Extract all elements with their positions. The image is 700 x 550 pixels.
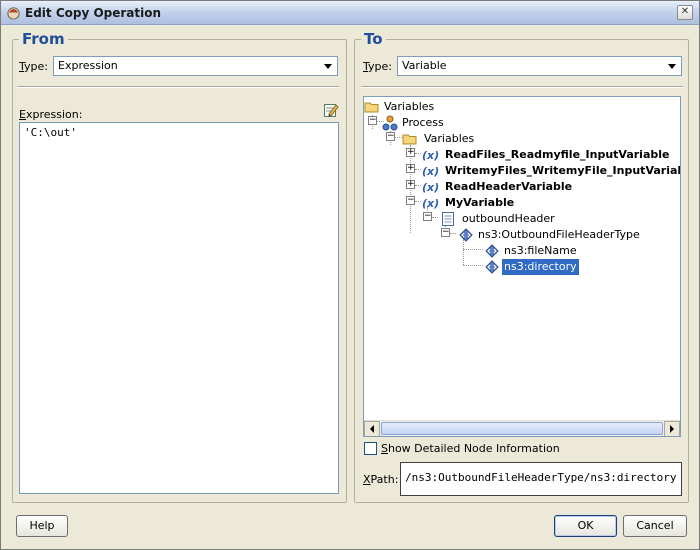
tree-item-label: Process [402, 116, 444, 129]
collapse-toggle[interactable]: − [406, 196, 415, 205]
app-icon [7, 7, 20, 20]
variable-icon: (x) [422, 165, 439, 178]
close-icon: ✕ [680, 6, 690, 17]
tree-item-label: Variables [384, 100, 435, 113]
help-button[interactable]: Help [16, 515, 68, 537]
xpath-field[interactable]: /ns3:OutboundFileHeaderType/ns3:director… [400, 462, 682, 496]
tree-item-label: ReadHeaderVariable [445, 180, 573, 193]
cancel-button-label: Cancel [636, 519, 674, 532]
show-detailed-label: Show Detailed Node Information [381, 442, 560, 455]
to-separator [361, 86, 683, 88]
to-type-select[interactable]: Variable [397, 56, 682, 76]
from-legend: From [19, 30, 68, 48]
title-bar[interactable]: Edit Copy Operation ✕ [1, 1, 699, 25]
xpath-label: XPath: [363, 473, 399, 486]
to-panel: To Type: Variable Variables − Process − … [354, 30, 689, 503]
arrow-right-icon [670, 425, 674, 433]
folder-icon [402, 134, 417, 145]
expression-label: Expression: [19, 108, 83, 121]
tree-item-label: outboundHeader [462, 212, 555, 225]
tree-item-label: ns3:OutboundFileHeaderType [478, 228, 640, 241]
scroll-thumb[interactable] [381, 422, 663, 435]
element-icon [485, 260, 499, 274]
collapse-process-toggle[interactable]: − [368, 116, 377, 125]
close-button[interactable]: ✕ [677, 5, 693, 20]
from-separator [17, 86, 339, 88]
to-type-value: Variable [402, 59, 447, 72]
tree-item-label: ns3:fileName [504, 244, 577, 257]
ok-button-label: OK [577, 519, 594, 532]
svg-text:(x): (x) [422, 181, 439, 194]
variable-icon: (x) [422, 181, 439, 194]
to-type-label: Type: [363, 60, 392, 73]
expand-toggle[interactable]: + [406, 148, 415, 157]
scroll-right-button[interactable] [664, 421, 680, 436]
window-title: Edit Copy Operation [25, 6, 162, 20]
svg-text:(x): (x) [422, 197, 439, 210]
tree-horizontal-scrollbar[interactable] [364, 420, 680, 436]
help-button-label: Help [29, 519, 55, 532]
arrow-left-icon [370, 425, 374, 433]
expand-toggle[interactable]: + [406, 180, 415, 189]
svg-text:(x): (x) [422, 165, 439, 178]
variable-tree[interactable]: Variables − Process − Variables + (x) Re… [363, 96, 681, 437]
expression-value: 'C:\out' [24, 126, 77, 139]
tree-item-label: ns3:directory [502, 259, 579, 275]
from-panel: From Type: Expression Expression: 'C:\ou… [12, 30, 347, 503]
show-detailed-checkbox[interactable] [364, 442, 377, 455]
variable-icon: (x) [422, 197, 439, 210]
tree-item-label: WritemyFiles_WritemyFile_InputVariable [445, 164, 681, 177]
variable-icon: (x) [422, 149, 439, 162]
edit-expression-icon[interactable] [323, 102, 339, 118]
xpath-value: /ns3:OutboundFileHeaderType/ns3:director… [405, 471, 677, 484]
edit-copy-operation-dialog: Edit Copy Operation ✕ From Type: Express… [0, 0, 700, 550]
from-type-value: Expression [58, 59, 118, 72]
process-icon [382, 115, 398, 131]
element-icon [459, 228, 473, 242]
svg-text:(x): (x) [422, 149, 439, 162]
expression-textarea[interactable]: 'C:\out' [19, 122, 339, 494]
tree-item-label: ReadFiles_Readmyfile_InputVariable [445, 148, 670, 161]
from-type-select[interactable]: Expression [53, 56, 338, 76]
document-icon [442, 212, 454, 226]
collapse-toggle[interactable]: − [423, 212, 432, 221]
tree-item-label: MyVariable [445, 196, 515, 209]
element-icon [485, 244, 499, 258]
collapse-variables-toggle[interactable]: − [386, 132, 395, 141]
from-type-label: Type: [19, 60, 48, 73]
chevron-down-icon [320, 58, 336, 74]
cancel-button[interactable]: Cancel [623, 515, 687, 537]
scroll-left-button[interactable] [364, 421, 380, 436]
folder-icon [364, 102, 379, 113]
to-legend: To [361, 30, 386, 48]
tree-item-label: Variables [424, 132, 475, 145]
expand-toggle[interactable]: + [406, 164, 415, 173]
chevron-down-icon [664, 58, 680, 74]
collapse-toggle[interactable]: − [441, 228, 450, 237]
ok-button[interactable]: OK [554, 515, 617, 537]
